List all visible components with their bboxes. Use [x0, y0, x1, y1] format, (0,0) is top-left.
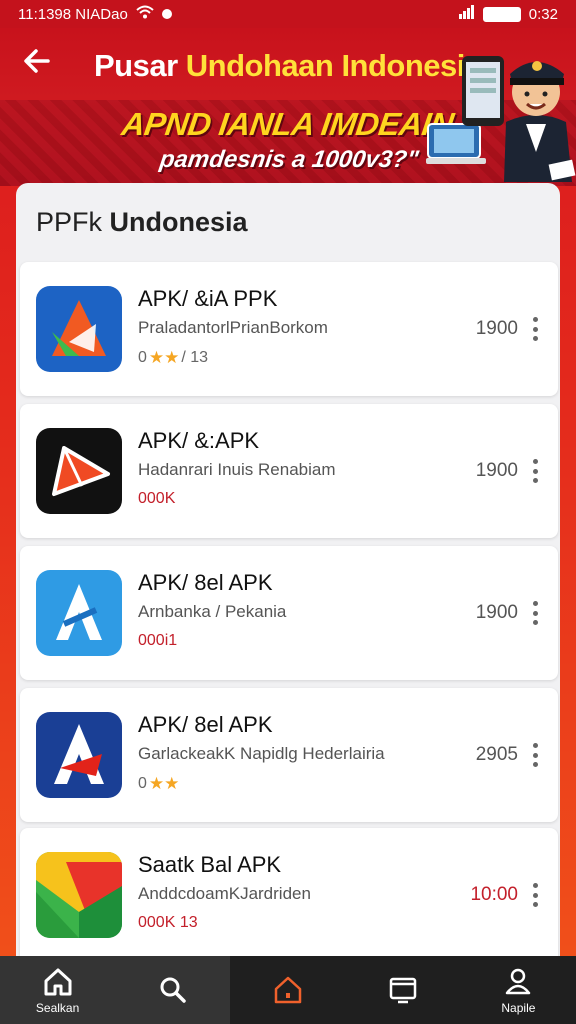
list-item[interactable]: APK/ &:APK Hadanrari Inuis Renabiam 000K…	[20, 404, 558, 538]
app-meta: 000i1	[138, 632, 178, 649]
app-meta: 000K 13	[138, 914, 198, 931]
app-size: 1900	[475, 460, 518, 481]
signal-icon	[458, 5, 475, 23]
app-description: AnddcdoamKJardriden	[138, 884, 311, 903]
status-bar: 11:1398 NIADao 0:32	[0, 0, 576, 28]
nav-item-home-alt[interactable]	[230, 956, 345, 1024]
home-icon	[44, 968, 72, 996]
bottom-navigation: Sealkan Napile	[0, 956, 576, 1024]
nav-label: Sealkan	[35, 1001, 80, 1015]
list-item[interactable]: APK/ &iA PPK PraladantorlPrianBorkom 0 ★…	[20, 262, 558, 396]
app-icon	[36, 852, 122, 938]
app-icon	[36, 570, 122, 656]
star-rating-icon: ★★	[148, 348, 180, 367]
app-description: Arnbanka / Pekania	[138, 602, 287, 621]
app-icon	[36, 428, 122, 514]
status-clock: 0:32	[528, 5, 558, 23]
app-meta: 0 ★★	[138, 774, 180, 793]
window-icon	[389, 977, 417, 1004]
app-description: Hadanrari Inuis Renabiam	[138, 460, 336, 479]
wifi-icon	[136, 5, 154, 23]
section-title: PPFk Undonesia	[36, 207, 248, 237]
more-options-icon[interactable]	[528, 880, 542, 910]
more-options-icon[interactable]	[528, 456, 542, 486]
status-time: 11:1398 NIADao	[18, 5, 128, 23]
app-meta: 0 ★★ / 13	[138, 348, 209, 367]
profile-icon	[506, 968, 531, 995]
banner-headline: APND IANLA IMDEAIN	[119, 106, 456, 142]
app-name: APK/ &iA PPK	[138, 286, 278, 311]
app-description: PraladantorlPrianBorkom	[138, 318, 328, 337]
battery-icon	[482, 6, 521, 22]
banner-subline: pamdesnis a 1000v3?"	[158, 146, 421, 173]
app-icon	[36, 286, 122, 372]
list-item[interactable]: APK/ 8el APK GarlackeakK Napidlg Hederla…	[20, 688, 558, 822]
app-name: APK/ &:APK	[138, 428, 260, 453]
app-size: 2905	[475, 744, 518, 765]
app-list-panel: PPFk Undonesia APK/ &iA PPK Praladantorl…	[16, 183, 560, 961]
list-item[interactable]: Saatk Bal APK AnddcdoamKJardriden 000K 1…	[20, 828, 558, 961]
app-icon	[36, 712, 122, 798]
app-name: Saatk Bal APK	[138, 852, 282, 877]
notification-dot-icon	[161, 9, 172, 19]
mascot-illustration-icon	[426, 56, 576, 182]
page-title: Pusar Undohaan Indonesia	[94, 48, 482, 83]
nav-label: Napile	[501, 1001, 536, 1015]
arrow-left-icon	[24, 49, 50, 73]
search-icon	[160, 977, 186, 1003]
app-meta: 000K	[138, 490, 176, 507]
app-description: GarlackeakK Napidlg Hederlairia	[138, 744, 385, 763]
nav-item-profile[interactable]: Napile	[461, 956, 576, 1024]
app-size: 1900	[475, 318, 518, 339]
nav-item-home[interactable]: Sealkan	[0, 956, 116, 1024]
more-options-icon[interactable]	[528, 740, 542, 770]
nav-item-search[interactable]	[115, 956, 231, 1024]
more-options-icon[interactable]	[528, 598, 542, 628]
app-size: 1900	[475, 602, 518, 623]
list-item[interactable]: APK/ 8el APK Arnbanka / Pekania 000i1 19…	[20, 546, 558, 680]
back-button[interactable]	[22, 46, 58, 82]
app-name: APK/ 8el APK	[138, 712, 273, 737]
app-name: APK/ 8el APK	[138, 570, 273, 595]
more-options-icon[interactable]	[528, 314, 542, 344]
header-banner: Pusar Undohaan Indonesia APND IANLA IMDE…	[0, 28, 576, 186]
home-icon	[274, 976, 302, 1004]
star-rating-icon: ★★	[148, 774, 180, 793]
app-size: 10:00	[470, 884, 518, 905]
nav-item-window[interactable]	[346, 956, 461, 1024]
